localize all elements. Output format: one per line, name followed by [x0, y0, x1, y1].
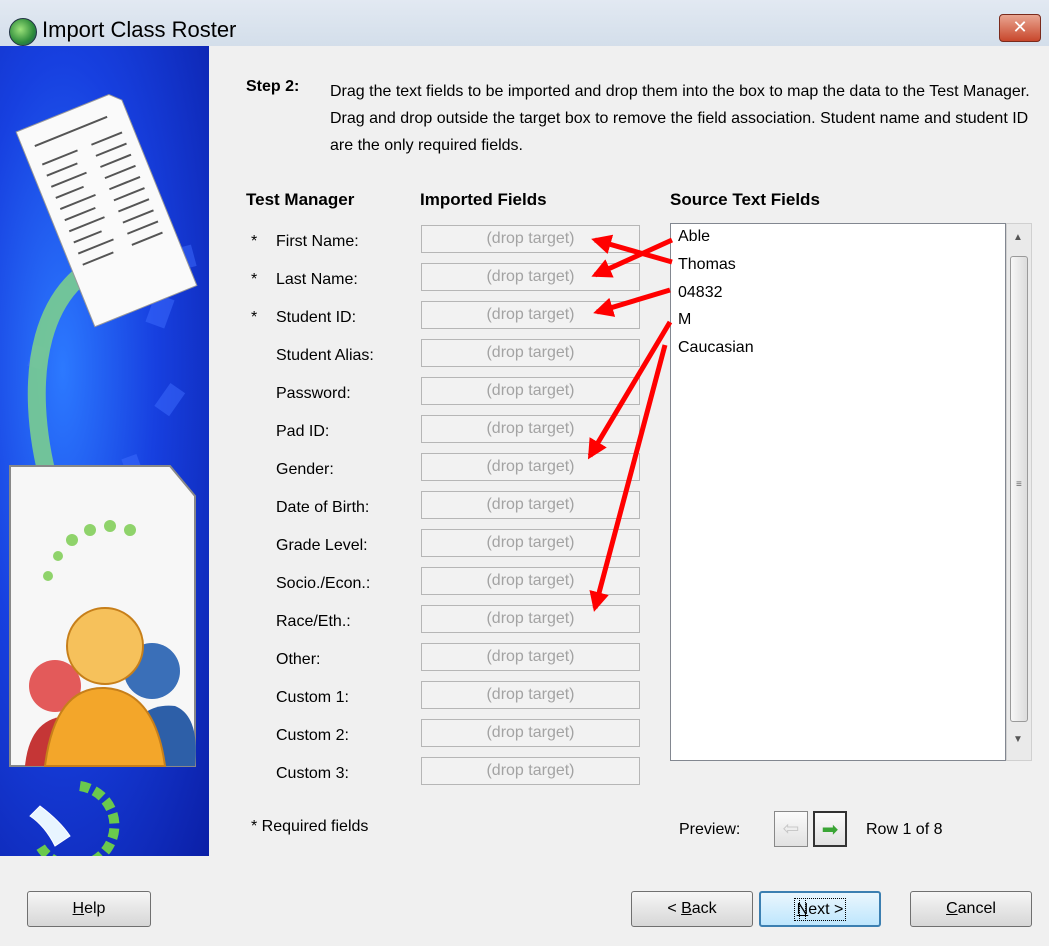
field-label: First Name: [276, 233, 359, 250]
help-button[interactable]: Help [27, 891, 151, 927]
field-label: Gender: [276, 461, 334, 478]
source-fields-list[interactable]: Able Thomas 04832 M Caucasian [670, 223, 1006, 761]
next-button[interactable]: Next > [759, 891, 881, 927]
drop-target-date-of-birth[interactable]: (drop target) [421, 491, 640, 519]
wizard-banner [0, 46, 209, 856]
header-source-text-fields: Source Text Fields [670, 190, 820, 209]
required-marker: * [251, 233, 258, 250]
step-label: Step 2: [246, 78, 300, 95]
step-instructions: Drag the text fields to be imported and … [330, 83, 1030, 154]
back-button[interactable]: < Back [631, 891, 753, 927]
grip-icon: ≡ [1016, 479, 1022, 490]
source-field-item[interactable]: 04832 [678, 284, 723, 302]
field-label: Other: [276, 651, 321, 668]
drop-target-first-name[interactable]: (drop target) [421, 225, 640, 253]
field-label: Socio./Econ.: [276, 575, 371, 592]
source-field-item[interactable]: M [678, 311, 691, 329]
app-icon [9, 18, 37, 46]
field-label: Date of Birth: [276, 499, 370, 516]
drop-target-race-eth[interactable]: (drop target) [421, 605, 640, 633]
preview-next-icon: ➡ [821, 819, 839, 841]
field-label: Password: [276, 385, 351, 402]
drop-target-other[interactable]: (drop target) [421, 643, 640, 671]
drop-target-grade-level[interactable]: (drop target) [421, 529, 640, 557]
source-field-item[interactable]: Caucasian [678, 339, 754, 357]
preview-prev-icon: ⇦ [782, 818, 800, 840]
scroll-down-icon[interactable]: ▼ [1013, 734, 1023, 745]
drop-target-last-name[interactable]: (drop target) [421, 263, 640, 291]
close-button[interactable]: ✕ [999, 14, 1041, 42]
drop-target-student-id[interactable]: (drop target) [421, 301, 640, 329]
required-marker: * [251, 271, 258, 288]
drop-target-gender[interactable]: (drop target) [421, 453, 640, 481]
scroll-up-icon[interactable]: ▲ [1013, 232, 1023, 243]
scrollbar-thumb[interactable]: ≡ [1010, 256, 1028, 722]
close-icon: ✕ [1012, 17, 1028, 37]
field-label: Pad ID: [276, 423, 330, 440]
source-list-scrollbar[interactable]: ▲ ≡ ▼ [1006, 223, 1032, 761]
drop-target-pad-id[interactable]: (drop target) [421, 415, 640, 443]
field-label: Custom 1: [276, 689, 349, 706]
banner-illustration [9, 94, 198, 856]
preview-prev-button[interactable]: ⇦ [774, 811, 808, 847]
drop-target-custom-2[interactable]: (drop target) [421, 719, 640, 747]
header-test-manager: Test Manager [246, 190, 355, 209]
drop-target-password[interactable]: (drop target) [421, 377, 640, 405]
field-label: Custom 2: [276, 727, 349, 744]
roster-document-icon [15, 94, 198, 328]
preview-next-button[interactable]: ➡ [813, 811, 847, 847]
drop-target-custom-3[interactable]: (drop target) [421, 757, 640, 785]
source-field-item[interactable]: Able [678, 228, 710, 246]
drop-target-student-alias[interactable]: (drop target) [421, 339, 640, 367]
required-marker: * [251, 309, 258, 326]
preview-row-info: Row 1 of 8 [866, 821, 943, 838]
field-label: Custom 3: [276, 765, 349, 782]
cancel-button[interactable]: Cancel [910, 891, 1032, 927]
field-label: Grade Level: [276, 537, 368, 554]
drop-target-socio-econ[interactable]: (drop target) [421, 567, 640, 595]
logo-icon [29, 781, 120, 856]
field-label: Last Name: [276, 271, 358, 288]
header-imported-fields: Imported Fields [420, 190, 547, 209]
drop-target-custom-1[interactable]: (drop target) [421, 681, 640, 709]
window-title: Import Class Roster [42, 17, 237, 42]
source-field-item[interactable]: Thomas [678, 256, 736, 274]
people-icon [9, 465, 196, 767]
required-fields-note: * Required fields [251, 818, 369, 835]
field-label: Student Alias: [276, 347, 374, 364]
preview-label: Preview: [679, 821, 741, 838]
field-label: Student ID: [276, 309, 357, 326]
field-label: Race/Eth.: [276, 613, 351, 630]
